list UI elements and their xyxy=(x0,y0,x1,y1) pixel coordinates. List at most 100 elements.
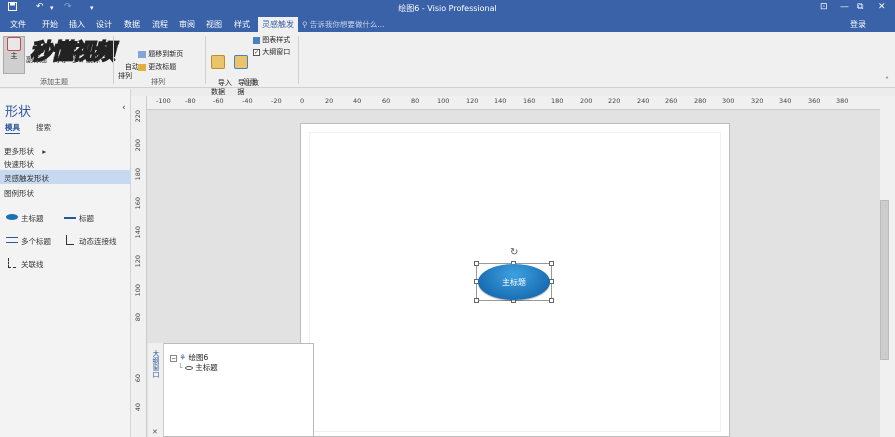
tree-connector: └ xyxy=(178,363,183,372)
ruler-tick: 0 xyxy=(300,97,305,105)
ruler-tick: 360 xyxy=(808,97,821,105)
restore-button[interactable]: ⧉ xyxy=(857,2,863,12)
ruler-tick: 380 xyxy=(836,97,849,105)
window-title: 绘图6 - Visio Professional xyxy=(398,4,497,13)
group-divider xyxy=(113,36,114,84)
ruler-tick: 60 xyxy=(382,97,391,105)
ribbon-options-icon[interactable]: ⊡ xyxy=(820,2,828,12)
outline-window-title: 大纲窗口 xyxy=(152,350,160,378)
chart-style-button[interactable]: 图表样式 xyxy=(253,36,290,45)
collapse-pane-icon[interactable]: ‹ xyxy=(122,103,126,113)
outline-window-label: 大纲窗口 xyxy=(262,48,291,56)
minimize-button[interactable]: — xyxy=(840,2,849,12)
group-label-arrange: 排列 xyxy=(151,78,165,86)
stencil-brainstorming-shapes[interactable]: 灵感触发形状 xyxy=(0,170,131,184)
resize-handle[interactable] xyxy=(474,298,479,303)
export-data-icon xyxy=(234,55,248,69)
resize-handle[interactable] xyxy=(474,261,479,266)
collapse-ribbon-icon[interactable]: ˄ xyxy=(885,76,889,85)
group-divider xyxy=(205,36,206,84)
tab-brainstorming[interactable]: 灵感触发 xyxy=(258,17,298,32)
ruler-tick: 240 xyxy=(637,97,650,105)
ruler-tick: 320 xyxy=(751,97,764,105)
main-topic-icon xyxy=(7,37,21,51)
ribbon-tabs: 文件 开始 插入 设计 数据 流程 审阅 视图 样式 灵感触发 ⚲ 告诉我你想要… xyxy=(0,16,895,32)
move-to-new-page-button[interactable]: 题移到新页 xyxy=(138,50,183,59)
ruler-tick: 180 xyxy=(134,168,142,181)
ruler-tick: 80 xyxy=(411,97,420,105)
tab-review[interactable]: 审阅 xyxy=(179,19,195,30)
tab-view[interactable]: 视图 xyxy=(206,19,222,30)
main-topic-button[interactable]: 主 xyxy=(3,36,25,74)
ruler-tick: 160 xyxy=(523,97,536,105)
stencil-legend-shapes[interactable]: 图例形状 xyxy=(0,185,131,199)
title-bar: ↶ ▾ ↷ ▾ 绘图6 - Visio Professional ⊡ — ⧉ ✕ xyxy=(0,0,895,16)
ruler-tick: 200 xyxy=(580,97,593,105)
tab-design[interactable]: 设计 xyxy=(96,19,112,30)
ruler-tick: 40 xyxy=(134,403,142,412)
relationship-line-icon xyxy=(8,258,16,268)
change-title-button[interactable]: 更改标题 xyxy=(138,63,176,72)
main-topic-shape-label: 主标题 xyxy=(502,278,526,287)
tab-file[interactable]: 文件 xyxy=(10,19,26,30)
close-icon[interactable]: ✕ xyxy=(152,428,158,436)
shape-dynamic-connector[interactable]: 动态连接线 xyxy=(66,235,117,247)
tab-home[interactable]: 开始 xyxy=(42,19,58,30)
ruler-tick: 200 xyxy=(134,139,142,152)
ruler-tick: 280 xyxy=(694,97,707,105)
shape-topic[interactable]: 标题 xyxy=(64,213,94,224)
tab-search[interactable]: 搜索 xyxy=(36,122,51,133)
connector-shape-icon xyxy=(66,235,74,245)
tree-child-label: 主标题 xyxy=(195,363,218,372)
ruler-tick: 180 xyxy=(551,97,564,105)
ruler-tick: 60 xyxy=(134,374,142,383)
shapes-pane: 形状 ‹ 模具 搜索 更多形状 ▸ 快速形状 灵感触发形状 图例形状 主标题 标… xyxy=(0,89,131,437)
ruler-tick: 160 xyxy=(134,197,142,210)
ruler-tick: 80 xyxy=(134,313,142,322)
horizontal-ruler: -100 -80 -60 -40 -20 0 20 40 60 80 100 1… xyxy=(147,96,880,110)
change-title-icon xyxy=(138,63,146,71)
scrollbar-thumb[interactable] xyxy=(880,200,889,360)
outline-window-checkbox[interactable]: ✓ 大纲窗口 xyxy=(253,48,290,57)
tab-process[interactable]: 流程 xyxy=(152,19,168,30)
auto-arrange-button[interactable]: 自动 排列 xyxy=(116,54,139,90)
ruler-tick: 40 xyxy=(353,97,362,105)
ruler-tick: 140 xyxy=(494,97,507,105)
chart-style-label: 图表样式 xyxy=(262,36,291,44)
collapse-node-icon[interactable]: − xyxy=(170,355,177,362)
ruler-tick: 340 xyxy=(779,97,792,105)
group-label-manage: 管理 xyxy=(243,78,257,86)
ruler-tick: 260 xyxy=(665,97,678,105)
move-page-icon xyxy=(138,50,146,58)
tell-me-placeholder: 告诉我你想要做什么... xyxy=(309,20,385,29)
resize-handle[interactable] xyxy=(549,261,554,266)
ellipse-shape-icon xyxy=(6,214,18,220)
shape-relationship-line[interactable]: 关联线 xyxy=(8,258,44,270)
tell-me-search[interactable]: ⚲ 告诉我你想要做什么... xyxy=(302,19,385,30)
ruler-tick: 20 xyxy=(325,97,334,105)
more-shapes-menu[interactable]: 更多形状 ▸ xyxy=(0,143,131,157)
shape-main-topic[interactable]: 主标题 xyxy=(6,213,44,224)
ruler-tick: 100 xyxy=(134,284,142,297)
ruler-tick: 140 xyxy=(134,226,142,239)
tree-child[interactable]: └ 主标题 xyxy=(178,362,218,373)
ruler-tick: 120 xyxy=(134,255,142,268)
checkbox-checked-icon: ✓ xyxy=(253,48,260,56)
sign-in-link[interactable]: 登录 xyxy=(850,19,866,30)
tab-data[interactable]: 数据 xyxy=(124,19,140,30)
shape-relationship-line-label: 关联线 xyxy=(21,260,44,269)
change-title-label: 更改标题 xyxy=(148,63,177,71)
ellipse-node-icon xyxy=(184,366,193,370)
tab-insert[interactable]: 插入 xyxy=(69,19,85,30)
resize-handle[interactable] xyxy=(549,298,554,303)
close-button[interactable]: ✕ xyxy=(878,2,886,12)
ruler-tick: -80 xyxy=(185,97,196,105)
rotation-handle-icon[interactable]: ↻ xyxy=(510,247,518,258)
shape-multiple-topics[interactable]: 多个标题 xyxy=(6,236,51,247)
tab-stencils[interactable]: 模具 xyxy=(5,122,20,134)
tab-styles[interactable]: 样式 xyxy=(234,19,250,30)
stencil-quick-shapes[interactable]: 快速形状 xyxy=(0,156,131,170)
ruler-tick: 100 xyxy=(437,97,450,105)
move-to-new-page-label: 题移到新页 xyxy=(148,50,184,58)
main-topic-label: 主 xyxy=(10,52,18,60)
